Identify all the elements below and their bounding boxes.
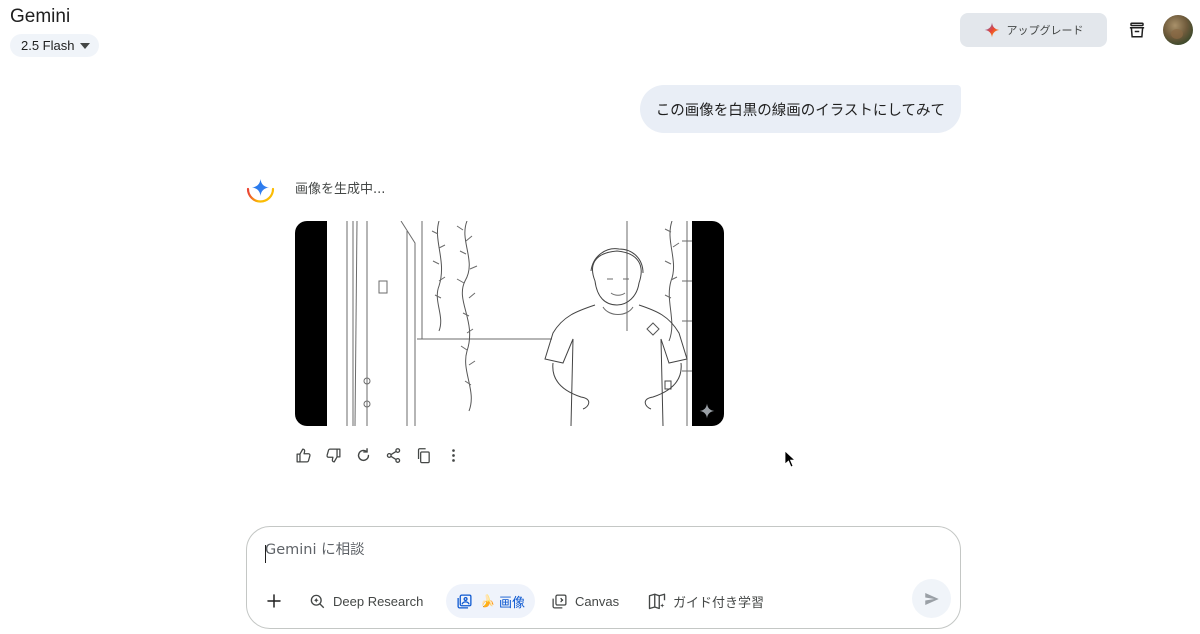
- deep-research-icon: [310, 594, 325, 609]
- composer-tools: Deep Research 🍌 画像 Canvas ガイド付き学習: [247, 579, 960, 618]
- guided-learning-label: ガイド付き学習: [673, 594, 765, 610]
- app-title: Gemini: [10, 6, 71, 27]
- image-tool-label: 画像: [498, 594, 525, 610]
- line-art-image: [327, 221, 692, 426]
- chevron-down-icon: [80, 42, 91, 49]
- thumb-up-icon[interactable]: [293, 444, 314, 467]
- sparkle-watermark-icon: [699, 403, 715, 419]
- upgrade-button[interactable]: アップグレード: [960, 13, 1107, 47]
- more-vert-icon[interactable]: [443, 444, 464, 467]
- canvas-label: Canvas: [575, 593, 620, 609]
- image-tool-button[interactable]: 🍌 画像: [446, 584, 535, 618]
- generation-status: 画像を生成中...: [295, 182, 386, 197]
- share-icon[interactable]: [383, 444, 404, 467]
- archive-icon[interactable]: [1126, 19, 1148, 41]
- user-message-text: この画像を白黒の線画のイラストにしてみて: [655, 102, 945, 119]
- guided-learning-icon: [648, 593, 666, 610]
- avatar[interactable]: [1163, 15, 1193, 45]
- prompt-composer: Deep Research 🍌 画像 Canvas: [246, 526, 961, 629]
- guided-learning-button[interactable]: ガイド付き学習: [638, 584, 774, 618]
- banana-emoji: 🍌: [480, 594, 495, 608]
- redo-icon[interactable]: [353, 444, 374, 467]
- text-caret: [265, 545, 266, 563]
- send-button[interactable]: [912, 579, 951, 618]
- add-icon[interactable]: [261, 587, 287, 615]
- canvas-button[interactable]: Canvas: [541, 584, 629, 618]
- model-picker[interactable]: 2.5 Flash: [10, 34, 100, 57]
- model-label: 2.5 Flash: [21, 38, 75, 53]
- send-icon: [924, 592, 939, 605]
- user-message-bubble: この画像を白黒の線画のイラストにしてみて: [639, 85, 961, 133]
- deep-research-button[interactable]: Deep Research: [298, 584, 433, 618]
- thumb-down-icon[interactable]: [323, 444, 344, 467]
- canvas-icon: [552, 593, 567, 609]
- upgrade-label: アップグレード: [1006, 24, 1084, 37]
- response-actions: [293, 444, 464, 467]
- mouse-pointer-icon: [784, 450, 796, 468]
- deep-research-label: Deep Research: [333, 593, 424, 609]
- copy-icon[interactable]: [413, 444, 434, 467]
- image-tool-icon: [457, 593, 472, 609]
- prompt-input[interactable]: [265, 542, 905, 558]
- sparkle-icon: [984, 22, 999, 38]
- generated-image[interactable]: [295, 221, 724, 426]
- gemini-spark-icon: [246, 179, 275, 203]
